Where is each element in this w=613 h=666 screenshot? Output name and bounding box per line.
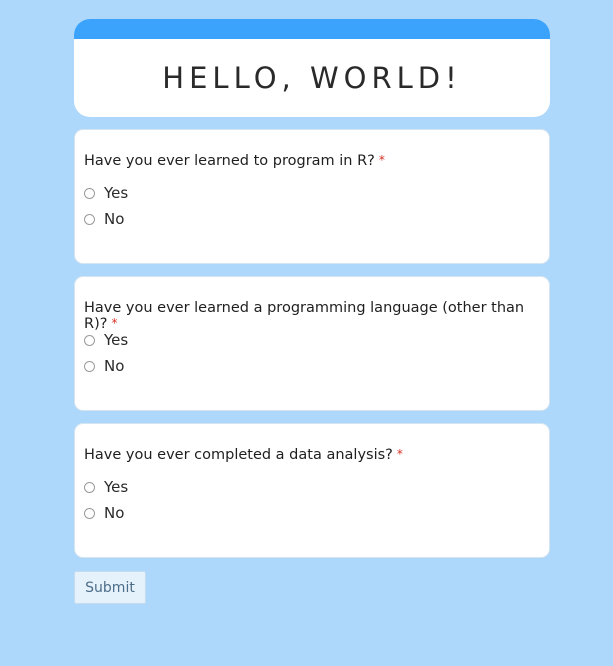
option-yes[interactable]: Yes [84, 184, 128, 202]
required-marker: * [396, 447, 403, 461]
form-title: HELLO, WORLD! [162, 61, 462, 95]
option-label: No [104, 357, 125, 375]
radio-button[interactable] [84, 213, 95, 225]
form-header-card: HELLO, WORLD! [74, 19, 550, 117]
radio-button[interactable] [84, 334, 95, 346]
option-label: Yes [104, 478, 129, 496]
form-container: HELLO, WORLD! Have you ever learned to p… [74, 19, 550, 604]
questions-list: Have you ever learned to program in R? * … [74, 129, 550, 558]
radio-button[interactable] [84, 507, 95, 519]
question-card: Have you ever learned a programming lang… [74, 276, 550, 411]
question-text: Have you ever completed a data analysis?… [84, 447, 403, 463]
required-marker: * [378, 153, 385, 167]
option-no[interactable]: No [84, 504, 124, 522]
question-text: Have you ever learned a programming lang… [84, 300, 549, 332]
option-no[interactable]: No [84, 210, 124, 228]
option-label: Yes [104, 184, 129, 202]
option-yes[interactable]: Yes [84, 331, 128, 349]
question-label: Have you ever learned to program in R? [84, 153, 375, 169]
required-marker: * [111, 316, 118, 330]
question-card: Have you ever completed a data analysis?… [74, 423, 550, 558]
option-yes[interactable]: Yes [84, 478, 128, 496]
question-card: Have you ever learned to program in R? * … [74, 129, 550, 264]
option-label: Yes [104, 331, 129, 349]
question-text: Have you ever learned to program in R? * [84, 153, 385, 169]
question-label: Have you ever learned a programming lang… [84, 300, 525, 332]
radio-button[interactable] [84, 360, 95, 372]
option-no[interactable]: No [84, 357, 124, 375]
option-label: No [104, 504, 125, 522]
option-label: No [104, 210, 125, 228]
question-label: Have you ever completed a data analysis? [84, 447, 393, 463]
submit-button[interactable]: Submit [74, 571, 146, 604]
header-accent-bar [74, 19, 550, 39]
radio-button[interactable] [84, 481, 95, 493]
radio-button[interactable] [84, 187, 95, 199]
